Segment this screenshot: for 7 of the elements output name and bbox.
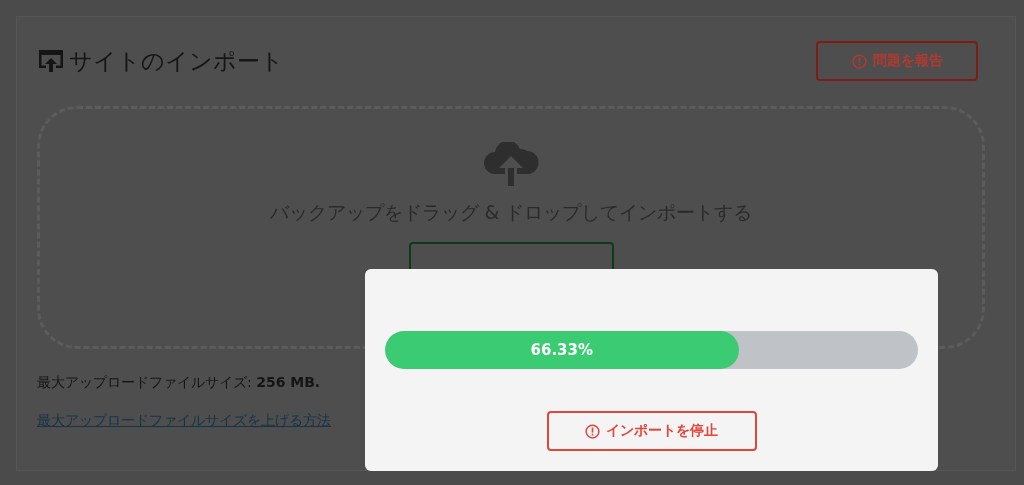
stop-import-button[interactable]: インポートを停止 <box>546 411 757 451</box>
page-title: サイトのインポート <box>69 46 284 76</box>
cloud-upload-icon <box>483 142 539 188</box>
alert-icon <box>585 423 600 439</box>
alert-icon <box>851 53 867 69</box>
import-icon <box>37 48 65 74</box>
report-button[interactable]: 問題を報告 <box>816 41 978 81</box>
